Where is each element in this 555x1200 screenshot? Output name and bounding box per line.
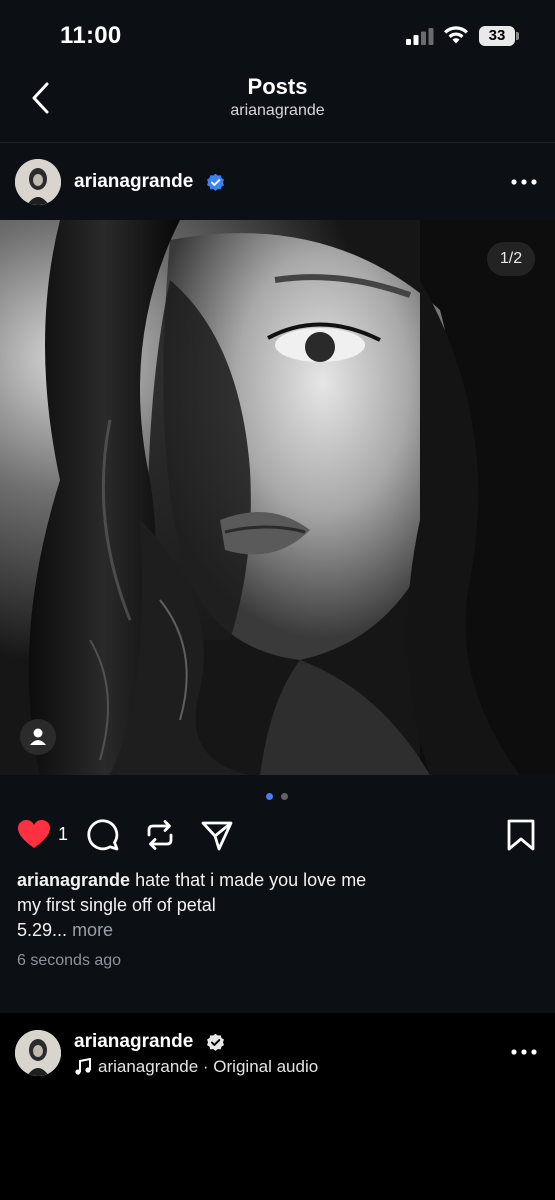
next-post-username[interactable]: arianagrande: [74, 1031, 193, 1053]
battery-indicator: 33: [479, 26, 515, 46]
post-timestamp: 6 seconds ago: [17, 952, 122, 969]
tagged-people-button[interactable]: [20, 719, 56, 755]
battery-tip: [516, 32, 519, 40]
like-heart-icon[interactable]: [17, 818, 51, 852]
audio-attribution[interactable]: arianagrande · Original audio: [98, 1057, 318, 1077]
caption-line-1: hate that i made you love me: [135, 870, 367, 890]
verified-badge-icon: [207, 173, 224, 191]
more-options-icon[interactable]: [511, 178, 537, 186]
image-counter-badge: 1/2: [487, 242, 535, 276]
caption-line-3: 5.29...: [17, 920, 68, 940]
post-caption: arianagrande hate that i made you love m…: [17, 868, 537, 943]
save-bookmark-icon[interactable]: [504, 818, 538, 852]
page-title: Posts: [247, 74, 308, 99]
verified-badge-icon: [207, 1033, 224, 1051]
person-icon: [30, 728, 46, 745]
pager-dot-active: [266, 793, 273, 800]
portrait-photo: [0, 220, 555, 775]
page-subtitle: arianagrande: [230, 102, 325, 119]
caption-line-2: my first single off of petal: [17, 895, 216, 915]
more-options-icon[interactable]: [511, 1048, 537, 1056]
avatar-portrait-icon: [15, 1030, 61, 1076]
caption-username[interactable]: arianagrande: [17, 870, 130, 890]
post-username[interactable]: arianagrande: [74, 171, 193, 193]
share-send-icon[interactable]: [200, 818, 234, 852]
status-time: 11:00: [60, 22, 122, 49]
avatar-portrait-icon: [15, 159, 61, 205]
next-post-avatar[interactable]: [15, 1030, 61, 1076]
caption-more-link[interactable]: more: [72, 920, 113, 940]
screen: 11:00 33 Posts arianagrande arianagrande: [0, 0, 555, 1200]
comment-icon[interactable]: [86, 818, 120, 852]
wifi-icon: [444, 26, 468, 44]
post-image[interactable]: [0, 220, 555, 775]
like-count[interactable]: 1: [58, 824, 68, 845]
repost-icon[interactable]: [143, 818, 177, 852]
header-divider: [0, 142, 555, 143]
avatar[interactable]: [15, 159, 61, 205]
pager-dot: [281, 793, 288, 800]
cellular-signal-icon: [406, 28, 434, 45]
music-note-icon: [75, 1058, 91, 1075]
